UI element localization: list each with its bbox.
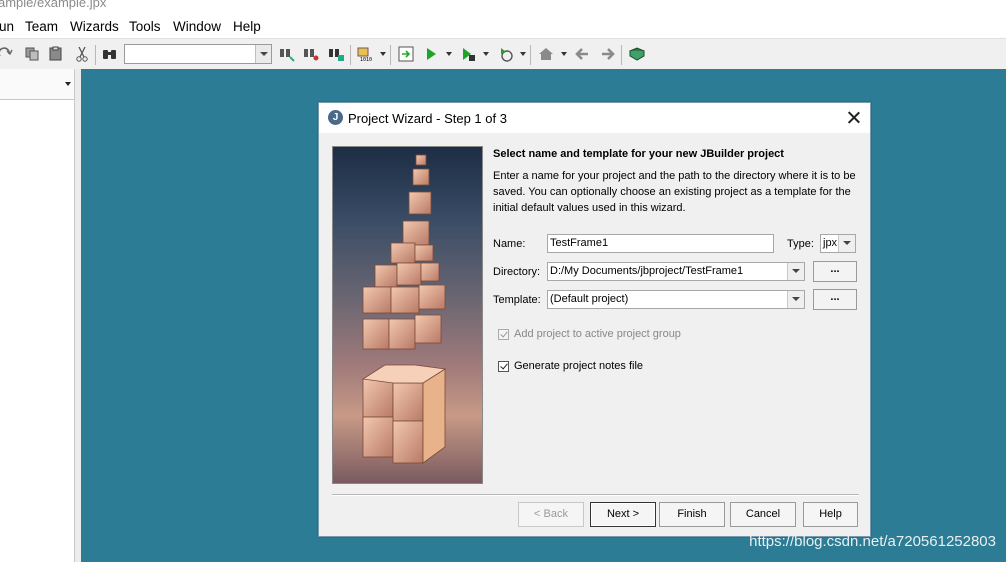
- watermark: https://blog.csdn.net/a720561252803: [749, 533, 996, 550]
- next-button[interactable]: Next >: [590, 502, 656, 527]
- cancel-button[interactable]: Cancel: [730, 502, 796, 527]
- template-value: (Default project): [550, 293, 629, 305]
- name-label: Name:: [493, 238, 526, 250]
- chevron-down-icon[interactable]: [483, 52, 489, 56]
- toolbar-separator: [350, 45, 351, 65]
- back-button[interactable]: < Back: [518, 502, 584, 527]
- type-label: Type:: [787, 238, 814, 250]
- copy-icon[interactable]: [22, 44, 42, 64]
- find-next-icon[interactable]: [277, 44, 297, 64]
- window-title: ample/example.jpx: [0, 0, 107, 10]
- wizard-heading: Select name and template for your new JB…: [493, 148, 784, 160]
- chevron-down-icon[interactable]: [380, 52, 386, 56]
- dialog-title: Project Wizard - Step 1 of 3: [348, 111, 507, 126]
- browse-symbol-icon[interactable]: [326, 44, 346, 64]
- find-icon[interactable]: [100, 44, 120, 64]
- menu-bar: un Team Wizards Tools Window Help: [0, 16, 1006, 38]
- directory-value: D:/My Documents/jbproject/TestFrame1: [550, 265, 744, 277]
- help-button[interactable]: Help: [803, 502, 858, 527]
- finish-button[interactable]: Finish: [659, 502, 725, 527]
- checkbox-box[interactable]: [498, 329, 509, 340]
- chevron-down-icon[interactable]: [65, 82, 71, 86]
- chevron-down-icon[interactable]: [255, 45, 271, 63]
- menu-help[interactable]: Help: [233, 19, 261, 34]
- generate-notes-label: Generate project notes file: [514, 360, 644, 372]
- button-separator: [332, 494, 859, 496]
- name-field[interactable]: TestFrame1: [547, 234, 774, 253]
- project-wizard-dialog: J Project Wizard - Step 1 of 3 Select na…: [318, 102, 871, 537]
- browse-directory-button[interactable]: ...: [813, 261, 857, 282]
- menu-team[interactable]: Team: [25, 19, 58, 34]
- directory-combo[interactable]: D:/My Documents/jbproject/TestFrame1: [547, 262, 805, 281]
- template-combo[interactable]: (Default project): [547, 290, 805, 309]
- home-icon[interactable]: [536, 44, 556, 64]
- wizard-description: Enter a name for your project and the pa…: [493, 170, 856, 214]
- forward-arrow-icon[interactable]: [597, 44, 617, 64]
- chevron-down-icon[interactable]: [787, 263, 804, 280]
- checkbox-box[interactable]: [498, 361, 509, 372]
- toolbar-separator: [95, 45, 96, 65]
- make-icon[interactable]: 1010: [355, 44, 375, 64]
- menu-tools[interactable]: Tools: [129, 19, 161, 34]
- chevron-down-icon[interactable]: [787, 291, 804, 308]
- help-book-icon[interactable]: [627, 44, 647, 64]
- left-panel-header[interactable]: [0, 69, 74, 100]
- menu-wizards[interactable]: Wizards: [70, 19, 119, 34]
- left-panel: [0, 69, 75, 562]
- cut-icon[interactable]: [72, 44, 92, 64]
- search-classes-icon[interactable]: [301, 44, 321, 64]
- paste-icon[interactable]: [46, 44, 66, 64]
- close-icon[interactable]: [844, 108, 864, 128]
- run-icon[interactable]: [421, 44, 441, 64]
- redo-icon[interactable]: [0, 44, 16, 64]
- main-toolbar: 1010: [0, 38, 1006, 70]
- window-title-bar: ample/example.jpx: [0, 0, 1006, 14]
- type-select[interactable]: jpx: [820, 234, 856, 253]
- directory-label: Directory:: [493, 266, 541, 278]
- debug-icon[interactable]: [458, 44, 478, 64]
- add-to-group-label: Add project to active project group: [514, 328, 681, 340]
- menu-run[interactable]: un: [0, 19, 14, 34]
- toolbar-separator: [390, 45, 391, 65]
- menu-window[interactable]: Window: [173, 19, 221, 34]
- rebuild-icon[interactable]: [396, 44, 416, 64]
- jbuilder-logo-icon: J: [328, 110, 343, 125]
- browse-template-button[interactable]: ...: [813, 289, 857, 310]
- toolbar-separator: [621, 45, 622, 65]
- type-select-value: jpx: [823, 237, 838, 249]
- wizard-illustration: [332, 146, 483, 484]
- svg-text:1010: 1010: [360, 57, 372, 63]
- chevron-down-icon[interactable]: [561, 52, 567, 56]
- back-arrow-icon[interactable]: [573, 44, 593, 64]
- name-field-value: TestFrame1: [550, 237, 609, 249]
- optimize-icon[interactable]: [496, 44, 516, 64]
- template-label: Template:: [493, 294, 541, 306]
- search-combo[interactable]: [124, 44, 272, 64]
- toolbar-separator: [530, 45, 531, 65]
- chevron-down-icon[interactable]: [446, 52, 452, 56]
- chevron-down-icon[interactable]: [838, 235, 855, 252]
- chevron-down-icon[interactable]: [520, 52, 526, 56]
- dialog-title-bar: J Project Wizard - Step 1 of 3: [319, 103, 870, 133]
